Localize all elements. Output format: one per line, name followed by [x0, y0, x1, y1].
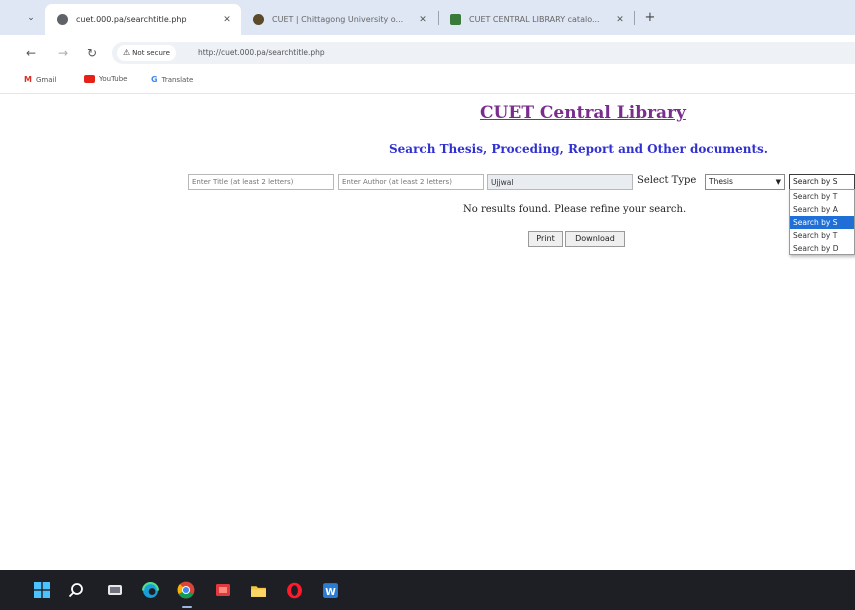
- address-bar[interactable]: ⚠ Not secure http://cuet.000.pa/searchtit…: [112, 42, 855, 64]
- navigation-bar: ← → ↻ ⚠ Not secure http://cuet.000.pa/sea…: [0, 35, 855, 69]
- type-select-value: Thesis: [709, 177, 733, 186]
- dropdown-option[interactable]: Search by D: [790, 242, 854, 254]
- dropdown-option[interactable]: Search by T: [790, 190, 854, 203]
- no-results-message: No results found. Please refine your sea…: [463, 204, 687, 215]
- bookmark-youtube[interactable]: YouTube: [84, 75, 127, 83]
- site-security-chip[interactable]: ⚠ Not secure: [117, 45, 176, 61]
- dropdown-option-selected[interactable]: Search by S: [790, 216, 854, 229]
- close-icon[interactable]: ✕: [415, 15, 431, 25]
- new-tab-icon[interactable]: +: [641, 9, 659, 27]
- search-by-select-value: Search by S: [793, 177, 838, 186]
- title-search-input[interactable]: [188, 174, 334, 190]
- close-icon[interactable]: ✕: [219, 15, 235, 25]
- type-select[interactable]: Thesis ▼: [705, 174, 785, 190]
- tab-title: CUET CENTRAL LIBRARY catalo...: [469, 15, 600, 24]
- tab-title: cuet.000.pa/searchtitle.php: [76, 15, 187, 24]
- url-text: http://cuet.000.pa/searchtitle.php: [198, 48, 325, 57]
- bookmark-label: YouTube: [99, 75, 128, 83]
- close-icon[interactable]: ✕: [612, 15, 628, 25]
- forward-arrow-icon[interactable]: →: [54, 44, 72, 62]
- reload-icon[interactable]: ↻: [83, 44, 101, 62]
- bookmarks-bar: M Gmail YouTube G Translate: [0, 69, 855, 94]
- warning-triangle-icon: ⚠: [123, 48, 131, 57]
- globe-icon: [57, 14, 68, 25]
- tab-strip: ⌄ cuet.000.pa/searchtitle.php ✕ CUET | C…: [0, 0, 855, 35]
- tab-search-chevron-icon[interactable]: ⌄: [21, 9, 41, 27]
- keyword-search-input[interactable]: [487, 174, 633, 190]
- media-icon[interactable]: [213, 580, 233, 600]
- tab-divider: [634, 11, 635, 25]
- chrome-icon[interactable]: [176, 580, 196, 600]
- gmail-icon: M: [24, 75, 32, 84]
- author-search-input[interactable]: [338, 174, 484, 190]
- bookmark-label: Translate: [161, 75, 194, 84]
- youtube-icon: [84, 75, 95, 83]
- library-title-link[interactable]: CUET Central Library: [480, 103, 686, 123]
- edge-icon[interactable]: [140, 580, 160, 600]
- browser-tab[interactable]: CUET | Chittagong University o... ✕: [241, 4, 437, 35]
- library-catalog-icon: [450, 14, 461, 25]
- bookmark-translate[interactable]: G Translate: [151, 75, 193, 84]
- opera-icon[interactable]: [284, 580, 304, 600]
- bookmark-label: Gmail: [35, 75, 57, 84]
- print-button[interactable]: Print: [528, 231, 563, 247]
- tab-title: CUET | Chittagong University o...: [272, 15, 404, 24]
- dropdown-option[interactable]: Search by T: [790, 229, 854, 242]
- page-content: CUET Central Library Search Thesis, Proc…: [0, 95, 855, 570]
- chevron-down-icon: ▼: [775, 178, 781, 186]
- search-by-select[interactable]: Search by S: [789, 174, 855, 190]
- word-icon[interactable]: W: [320, 580, 340, 600]
- browser-tab-active[interactable]: cuet.000.pa/searchtitle.php ✕: [45, 4, 241, 35]
- cuet-logo-icon: [253, 14, 264, 25]
- browser-tab[interactable]: CUET CENTRAL LIBRARY catalo... ✕: [438, 4, 634, 35]
- search-by-dropdown: Search by T Search by A Search by S Sear…: [789, 189, 855, 255]
- svg-text:W: W: [325, 586, 336, 597]
- bookmark-gmail[interactable]: M Gmail: [24, 75, 56, 84]
- select-type-label: Select Type: [637, 175, 697, 186]
- security-label: Not secure: [132, 49, 170, 57]
- active-app-indicator: [182, 606, 192, 608]
- task-view-icon[interactable]: [105, 580, 125, 600]
- search-icon[interactable]: [66, 580, 86, 600]
- back-arrow-icon[interactable]: ←: [22, 44, 40, 62]
- translate-icon: G: [151, 75, 158, 84]
- taskbar: W: [0, 570, 855, 610]
- download-button[interactable]: Download: [565, 231, 625, 247]
- page-subtitle: Search Thesis, Proceding, Report and Oth…: [389, 142, 768, 156]
- file-explorer-icon[interactable]: [248, 580, 268, 600]
- dropdown-option[interactable]: Search by A: [790, 203, 854, 216]
- windows-start-icon[interactable]: [32, 580, 52, 600]
